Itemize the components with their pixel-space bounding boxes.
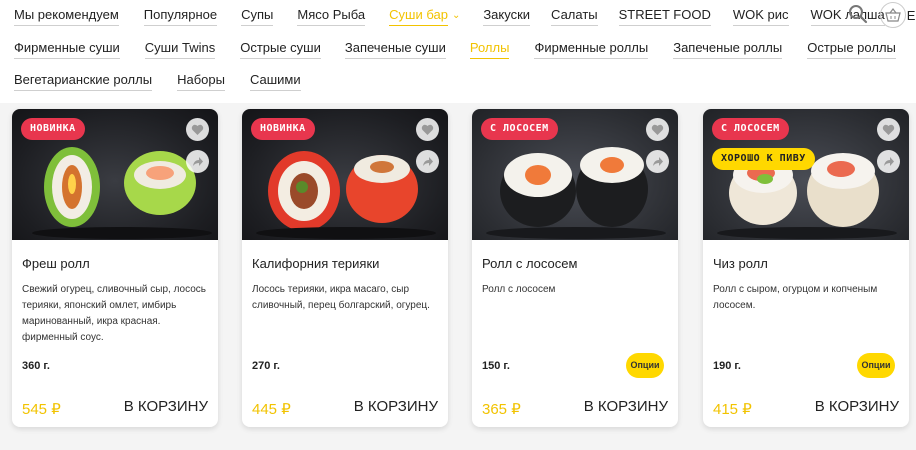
product-card[interactable]: С ЛОСОСЕМ Ролл с лососем Ролл с лососем … xyxy=(472,109,678,427)
nav-link-sashimi[interactable]: Сашими xyxy=(249,72,301,91)
product-card[interactable]: С ЛОСОСЕМ ХОРОШО К ПИВУ Чиз ролл Ролл с … xyxy=(703,109,909,427)
nav-link-street-food[interactable]: STREET FOOD xyxy=(618,7,711,26)
options-button[interactable]: Опции xyxy=(857,353,895,378)
nav-link-meat-fish[interactable]: Мясо Рыба xyxy=(297,7,366,26)
product-description: Ролл с сыром, огурцом и копченым лососем… xyxy=(713,284,878,311)
nav-link-soups[interactable]: Супы xyxy=(241,7,274,26)
product-name[interactable]: Ролл с лососем xyxy=(482,256,577,271)
nav-link-signature-sushi[interactable]: Фирменные суши xyxy=(14,40,120,59)
share-icon[interactable] xyxy=(186,150,209,173)
add-to-cart-button[interactable]: В КОРЗИНУ xyxy=(124,398,208,415)
nav-link-recommended[interactable]: Мы рекомендуем xyxy=(14,7,119,26)
nav-link-signature-rolls[interactable]: Фирменные роллы xyxy=(534,40,649,59)
category-nav-row-1: Мы рекомендуем Популярное Супы Мясо Рыба… xyxy=(14,7,916,26)
category-nav-row-3: Вегетарианские роллы Наборы Сашими xyxy=(14,72,301,91)
product-name[interactable]: Калифорния терияки xyxy=(252,256,379,271)
product-card[interactable]: НОВИНКА Калифорния терияки Лосось терияк… xyxy=(242,109,448,427)
nav-link-salads[interactable]: Салаты xyxy=(551,7,598,26)
top-navigation: Мы рекомендуем Популярное Супы Мясо Рыба… xyxy=(0,0,916,103)
product-description: Свежий огурец, сливочный сыр, лосось тер… xyxy=(22,284,206,343)
add-to-cart-button[interactable]: В КОРЗИНУ xyxy=(815,398,899,415)
share-icon[interactable] xyxy=(877,150,900,173)
product-name[interactable]: Чиз ролл xyxy=(713,256,768,271)
nav-link-sushi-bar-group[interactable]: Суши бар ⌄ xyxy=(389,7,460,26)
product-weight: 270 г. xyxy=(252,360,280,372)
heart-icon[interactable] xyxy=(646,118,669,141)
share-icon[interactable] xyxy=(646,150,669,173)
product-card[interactable]: НОВИНКА Фреш ролл Свежий огурец, сливочн… xyxy=(12,109,218,427)
badge-good-with-beer: ХОРОШО К ПИВУ xyxy=(712,148,815,170)
badge-new: НОВИНКА xyxy=(21,118,85,140)
product-weight: 150 г. xyxy=(482,360,510,372)
product-description: Лосось терияки, икра масаго, сыр сливочн… xyxy=(252,284,430,311)
basket-icon[interactable] xyxy=(880,2,906,28)
nav-link-spicy-rolls[interactable]: Острые роллы xyxy=(807,40,896,59)
product-weight: 190 г. xyxy=(713,360,741,372)
add-to-cart-button[interactable]: В КОРЗИНУ xyxy=(354,398,438,415)
product-price: 445 ₽ xyxy=(252,401,291,418)
badge-new: НОВИНКА xyxy=(251,118,315,140)
nav-link-snacks[interactable]: Закуски xyxy=(483,7,531,26)
nav-link-more[interactable]: Ещё xyxy=(907,8,916,26)
chevron-down-icon[interactable]: ⌄ xyxy=(452,10,460,21)
heart-icon[interactable] xyxy=(186,118,209,141)
search-icon[interactable] xyxy=(848,4,868,24)
nav-link-vegetarian-rolls[interactable]: Вегетарианские роллы xyxy=(14,72,153,91)
product-weight: 360 г. xyxy=(22,360,50,372)
nav-link-sets[interactable]: Наборы xyxy=(177,72,225,91)
nav-link-wok-rice[interactable]: WOK рис xyxy=(732,7,789,26)
heart-icon[interactable] xyxy=(877,118,900,141)
add-to-cart-button[interactable]: В КОРЗИНУ xyxy=(584,398,668,415)
nav-link-popular[interactable]: Популярное xyxy=(143,7,218,26)
options-button[interactable]: Опции xyxy=(626,353,664,378)
nav-link-spicy-sushi[interactable]: Острые суши xyxy=(240,40,321,59)
badge-with-salmon: С ЛОСОСЕМ xyxy=(481,118,558,140)
category-nav-row-2: Фирменные суши Суши Twins Острые суши За… xyxy=(14,40,896,59)
product-name[interactable]: Фреш ролл xyxy=(22,256,90,271)
product-price: 365 ₽ xyxy=(482,401,521,418)
product-description: Ролл с лососем xyxy=(482,284,556,295)
nav-link-sushi-bar[interactable]: Суши бар xyxy=(389,7,448,26)
product-price: 545 ₽ xyxy=(22,401,61,418)
badge-with-salmon: С ЛОСОСЕМ xyxy=(712,118,789,140)
share-icon[interactable] xyxy=(416,150,439,173)
nav-link-sushi-twins[interactable]: Суши Twins xyxy=(144,40,216,59)
product-price: 415 ₽ xyxy=(713,401,752,418)
heart-icon[interactable] xyxy=(416,118,439,141)
nav-link-baked-sushi[interactable]: Запеченые суши xyxy=(344,40,446,59)
nav-link-baked-rolls[interactable]: Запеченые роллы xyxy=(673,40,783,59)
nav-link-rolls[interactable]: Роллы xyxy=(469,40,510,59)
